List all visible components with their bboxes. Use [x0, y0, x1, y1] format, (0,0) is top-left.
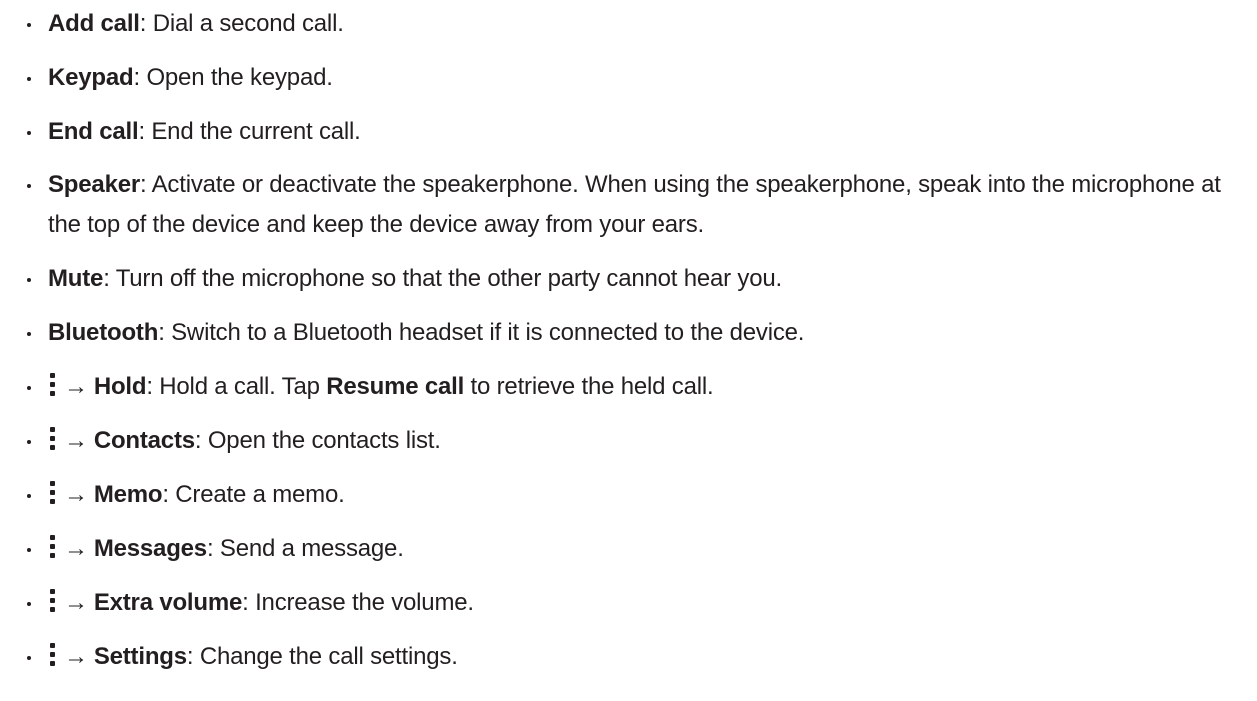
- bullet: [24, 258, 34, 299]
- item-term: Bluetooth: [48, 319, 159, 346]
- bullet: [24, 3, 34, 44]
- item-description: Switch to a Bluetooth headset if it is c…: [171, 319, 805, 346]
- item-separator: :: [138, 118, 152, 145]
- item-term: Hold: [93, 373, 147, 400]
- item-term-secondary: Resume call: [326, 373, 465, 400]
- more-options-icon: [50, 533, 56, 561]
- list-item-speaker: Speaker: Activate or deactivate the spea…: [0, 165, 1253, 245]
- item-description: Send a message.: [219, 535, 404, 562]
- item-term: Settings: [93, 643, 187, 670]
- item-description-secondary: to retrieve the held call.: [464, 373, 714, 400]
- list-item-mute: Mute: Turn off the microphone so that th…: [0, 258, 1257, 299]
- item-term: Keypad: [48, 64, 134, 91]
- item-term: Speaker: [48, 171, 140, 198]
- item-separator: :: [146, 373, 160, 400]
- arrow-icon: →: [64, 373, 88, 400]
- bullet: [24, 582, 34, 623]
- arrow-icon: →: [64, 481, 88, 508]
- bullet: [24, 528, 34, 569]
- list-item-add-call: Add call: Dial a second call.: [0, 3, 1257, 44]
- item-description: Create a memo.: [175, 481, 345, 508]
- item-separator: :: [139, 10, 153, 37]
- item-description: Change the call settings.: [199, 643, 458, 670]
- list-item-hold: → Hold: Hold a call. Tap Resume call to r…: [0, 366, 1257, 407]
- list-item-bluetooth: Bluetooth: Switch to a Bluetooth headset…: [0, 312, 1257, 353]
- list-item-end-call: End call: End the current call.: [0, 111, 1257, 152]
- arrow-icon: →: [64, 427, 88, 454]
- item-separator: :: [140, 171, 152, 198]
- item-separator: :: [103, 265, 116, 292]
- item-term: End call: [48, 118, 139, 145]
- item-description: Dial a second call.: [152, 10, 344, 37]
- list-item-keypad: Keypad: Open the keypad.: [0, 57, 1257, 98]
- bullet: [24, 474, 34, 515]
- item-term: Add call: [48, 10, 140, 37]
- item-separator: :: [194, 427, 208, 454]
- item-term: Messages: [93, 535, 207, 562]
- item-description: Activate or deactivate the speakerphone.…: [48, 171, 1221, 238]
- bullet: [24, 420, 34, 461]
- more-options-icon: [50, 371, 56, 399]
- item-term: Extra volume: [93, 589, 243, 616]
- arrow-icon: →: [64, 643, 88, 670]
- more-options-icon: [50, 479, 56, 507]
- bullet: [24, 312, 34, 353]
- arrow-icon: →: [64, 589, 88, 616]
- more-options-icon: [50, 641, 56, 669]
- bullet: [24, 636, 34, 677]
- list-item-settings: → Settings: Change the call settings.: [0, 636, 1257, 677]
- item-separator: :: [242, 589, 256, 616]
- bullet: [24, 366, 34, 407]
- bullet: [24, 165, 34, 205]
- arrow-icon: →: [64, 535, 88, 562]
- list-item-contacts: → Contacts: Open the contacts list.: [0, 420, 1257, 461]
- bullet: [24, 57, 34, 98]
- list-item-memo: → Memo: Create a memo.: [0, 474, 1257, 515]
- item-description: Hold a call. Tap: [159, 373, 327, 400]
- list-item-extra-volume: → Extra volume: Increase the volume.: [0, 582, 1257, 623]
- item-separator: :: [158, 319, 172, 346]
- item-description: Open the keypad.: [146, 64, 333, 91]
- item-separator: :: [206, 535, 220, 562]
- call-options-list: Add call: Dial a second call. Keypad: Op…: [0, 3, 1257, 690]
- item-description: End the current call.: [151, 118, 361, 145]
- more-options-icon: [50, 587, 56, 615]
- more-options-icon: [50, 425, 56, 453]
- item-separator: :: [133, 64, 147, 91]
- item-term: Memo: [93, 481, 163, 508]
- item-description: Open the contacts list.: [207, 427, 441, 454]
- bullet: [24, 111, 34, 152]
- list-item-messages: → Messages: Send a message.: [0, 528, 1257, 569]
- item-separator: :: [186, 643, 200, 670]
- item-term: Contacts: [93, 427, 195, 454]
- item-separator: :: [162, 481, 176, 508]
- item-description: Turn off the microphone so that the othe…: [115, 265, 782, 292]
- item-term: Mute: [48, 265, 104, 292]
- item-description: Increase the volume.: [255, 589, 474, 616]
